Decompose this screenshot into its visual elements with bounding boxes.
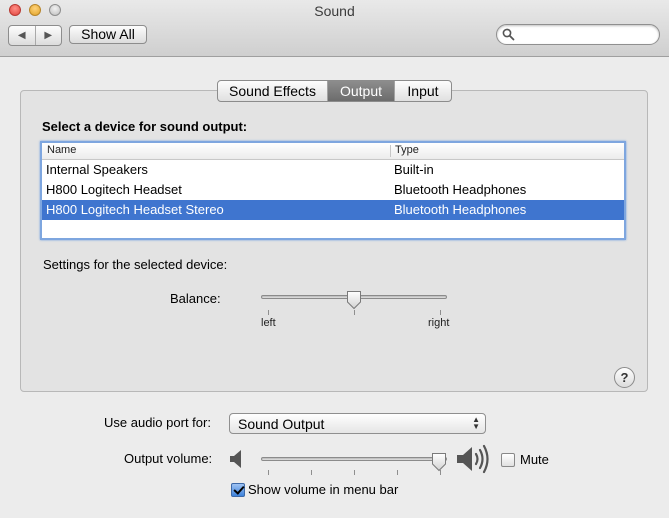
balance-right-label: right: [428, 317, 450, 329]
help-button[interactable]: ?: [614, 367, 635, 388]
table-row[interactable]: Internal Speakers Built-in: [42, 160, 624, 180]
speaker-high-icon: [457, 444, 489, 474]
volume-tick: [397, 470, 398, 475]
output-volume-slider-thumb[interactable]: [431, 452, 447, 472]
device-name: H800 Logitech Headset Stereo: [46, 202, 224, 217]
table-header: Name Type: [42, 143, 624, 160]
audio-port-value: Sound Output: [238, 416, 325, 432]
search-field[interactable]: [496, 24, 660, 45]
device-table[interactable]: Name Type Internal Speakers Built-in H80…: [40, 141, 626, 240]
back-forward-control: ◀ ▶: [8, 25, 62, 46]
volume-tick: [354, 470, 355, 475]
balance-tick: [440, 310, 441, 315]
back-button[interactable]: ◀: [9, 26, 35, 45]
forward-icon: ▶: [44, 30, 53, 41]
up-down-arrows-icon: ▲ ▼: [472, 415, 480, 431]
search-input[interactable]: [517, 27, 657, 44]
tab-sound-effects[interactable]: Sound Effects: [218, 81, 327, 101]
column-header-type[interactable]: Type: [395, 144, 419, 156]
forward-button[interactable]: ▶: [34, 26, 62, 45]
audio-port-label: Use audio port for:: [104, 415, 211, 430]
volume-tick: [268, 470, 269, 475]
balance-tick: [268, 310, 269, 315]
table-row-selected[interactable]: H800 Logitech Headset Stereo Bluetooth H…: [42, 200, 624, 220]
tab-output[interactable]: Output: [327, 81, 394, 101]
device-type: Bluetooth Headphones: [394, 202, 527, 217]
speaker-low-icon: [230, 450, 241, 468]
device-name: H800 Logitech Headset: [46, 182, 182, 197]
window-title: Sound: [314, 3, 355, 19]
show-volume-label: Show volume in menu bar: [248, 482, 399, 497]
column-divider[interactable]: [390, 145, 391, 157]
balance-label: Balance:: [170, 291, 221, 306]
search-icon: [502, 28, 515, 41]
output-panel: [20, 90, 648, 392]
volume-tick: [440, 470, 441, 475]
output-volume-label: Output volume:: [124, 451, 213, 466]
device-type: Built-in: [394, 162, 434, 177]
balance-slider-thumb[interactable]: [346, 290, 362, 310]
settings-label: Settings for the selected device:: [43, 257, 228, 272]
mute-checkbox[interactable]: [501, 453, 515, 467]
device-section-title: Select a device for sound output:: [42, 119, 248, 134]
volume-tick: [311, 470, 312, 475]
show-all-button[interactable]: Show All: [69, 25, 147, 44]
output-volume-slider[interactable]: [261, 457, 447, 461]
column-header-name[interactable]: Name: [47, 144, 76, 156]
balance-tick: [354, 310, 355, 315]
tab-input[interactable]: Input: [394, 81, 451, 101]
mute-label: Mute: [520, 452, 549, 467]
window-toolbar: Sound ◀ ▶ Show All: [0, 0, 669, 57]
back-icon: ◀: [17, 30, 26, 41]
balance-left-label: left: [261, 317, 276, 329]
device-type: Bluetooth Headphones: [394, 182, 527, 197]
show-volume-checkbox[interactable]: [231, 483, 245, 497]
audio-port-select[interactable]: Sound Output ▲ ▼: [229, 413, 486, 434]
device-name: Internal Speakers: [46, 162, 148, 177]
tab-bar: Sound Effects Output Input: [217, 80, 452, 102]
table-row[interactable]: H800 Logitech Headset Bluetooth Headphon…: [42, 180, 624, 200]
